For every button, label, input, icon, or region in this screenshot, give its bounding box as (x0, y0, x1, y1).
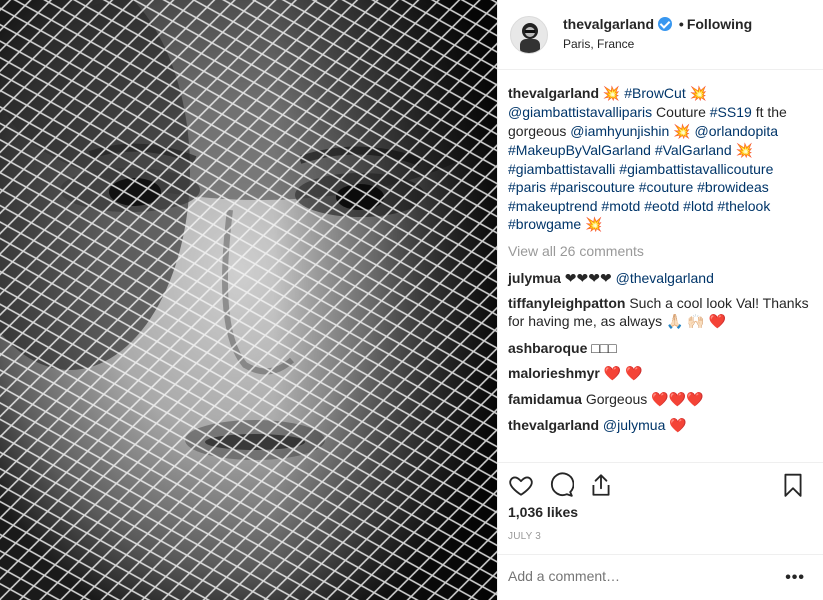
emoji: 💥 (602, 86, 621, 102)
hashtag-link[interactable]: @orlandopita (695, 123, 779, 139)
comment-item: famidamua Gorgeous ❤️❤️❤️ (508, 390, 811, 409)
heart-icon[interactable] (508, 472, 534, 498)
emoji: 💥 (673, 123, 691, 140)
header-username[interactable]: thevalgarland (563, 16, 654, 32)
post-photo[interactable] (0, 0, 497, 600)
hashtag-link[interactable]: #motd (601, 198, 640, 214)
hashtag-link[interactable]: #makeuptrend (508, 198, 598, 214)
post-side-panel: thevalgarland • Following Paris, France t… (498, 0, 823, 600)
heart-emoji: ❤️ (603, 365, 622, 382)
hashtag-link[interactable]: #giambattistavallicouture (619, 161, 773, 177)
comment-text: ❤❤❤❤ (564, 269, 612, 286)
hashtag-link[interactable]: #giambattistavalli (508, 161, 615, 177)
hashtag-link[interactable]: #eotd (644, 198, 679, 214)
comment-icon[interactable] (548, 472, 574, 498)
verified-badge-icon (658, 17, 673, 31)
comments-list[interactable]: thevalgarland 💥 #BrowCut 💥 @giambattista… (498, 70, 823, 462)
avatar-image (511, 17, 547, 53)
hashtag-link[interactable]: #paris (508, 179, 546, 195)
hashtag-link[interactable]: #browgame (508, 216, 581, 232)
comment-username[interactable]: tiffanyleighpatton (508, 295, 625, 311)
hashtag-link[interactable]: #thelook (717, 198, 770, 214)
comment-item: thevalgarland @julymua ❤️ (508, 416, 811, 435)
comment-text: □□□ (591, 339, 617, 356)
comment-username[interactable]: thevalgarland (508, 417, 599, 433)
hashtag-link[interactable]: #MakeupByValGarland (508, 142, 651, 158)
heart-emoji: ❤️ (625, 365, 643, 382)
comment-text: Gorgeous (585, 391, 648, 408)
comment-item: ashbaroque □□□ (508, 339, 811, 357)
comment-item: julymua ❤❤❤❤ @thevalgarland (508, 269, 811, 287)
share-icon[interactable] (588, 472, 614, 498)
post-photo-art (0, 0, 497, 600)
emoji: 💥 (689, 86, 708, 102)
comment-container: julymua ❤❤❤❤ @thevalgarland tiffanyleigh… (508, 269, 811, 436)
hashtag-link[interactable]: @giambattistavalliparis (508, 104, 652, 120)
caption-username[interactable]: thevalgarland (508, 85, 599, 101)
add-comment-input[interactable] (508, 568, 758, 584)
heart-emoji: ❤️ (669, 418, 687, 435)
hashtag-link[interactable]: @julymua (603, 417, 665, 433)
action-bar (498, 462, 823, 502)
comment-item: malorieshmyr ❤️ ❤️ (508, 364, 811, 383)
hashtag-link[interactable]: @thevalgarland (616, 270, 714, 286)
comment-username[interactable]: malorieshmyr (508, 365, 600, 381)
comment-username[interactable]: ashbaroque (508, 340, 587, 356)
emoji: 🙏🏻 (665, 314, 684, 331)
post-date[interactable]: JULY 3 (508, 531, 541, 542)
comment-username[interactable]: julymua (508, 270, 561, 286)
heart-emoji: ❤️ (708, 314, 727, 331)
following-button[interactable]: Following (687, 16, 752, 32)
view-all-comments-link[interactable]: View all 26 comments (508, 242, 811, 260)
more-options-button[interactable]: ••• (785, 569, 805, 587)
add-comment-bar: ••• (498, 554, 823, 600)
hashtag-link[interactable]: #pariscouture (550, 179, 635, 195)
comment-username[interactable]: famidamua (508, 391, 582, 407)
comment-text: Couture (656, 104, 706, 121)
avatar[interactable] (510, 16, 548, 54)
emoji: 🙌🏻 (687, 314, 705, 331)
comment-item: tiffanyleighpatton Such a cool look Val!… (508, 294, 811, 332)
hashtag-link[interactable]: #SS19 (710, 104, 752, 120)
caption: thevalgarland 💥 #BrowCut 💥 @giambattista… (508, 84, 811, 234)
hashtag-link[interactable]: #BrowCut (624, 85, 685, 101)
hashtag-link[interactable]: #couture (639, 179, 693, 195)
hashtag-link[interactable]: #lotd (683, 198, 713, 214)
header-user-line: thevalgarland • Following (563, 16, 752, 32)
header-separator: • (678, 16, 684, 32)
hashtag-link[interactable]: @iamhyunjishin (570, 123, 669, 139)
heart-emoji: ❤️❤️❤️ (651, 392, 704, 409)
post-header: thevalgarland • Following Paris, France (498, 0, 823, 70)
emoji: 💥 (585, 217, 603, 234)
hashtag-link[interactable]: #ValGarland (655, 142, 732, 158)
caption-body: 💥 #BrowCut 💥 @giambattistavalliparis Cou… (508, 85, 787, 234)
bookmark-icon[interactable] (780, 472, 806, 498)
hashtag-link[interactable]: #browideas (697, 179, 769, 195)
location-link[interactable]: Paris, France (563, 37, 634, 51)
likes-count[interactable]: 1,036 likes (508, 504, 578, 520)
emoji: 💥 (735, 142, 753, 159)
